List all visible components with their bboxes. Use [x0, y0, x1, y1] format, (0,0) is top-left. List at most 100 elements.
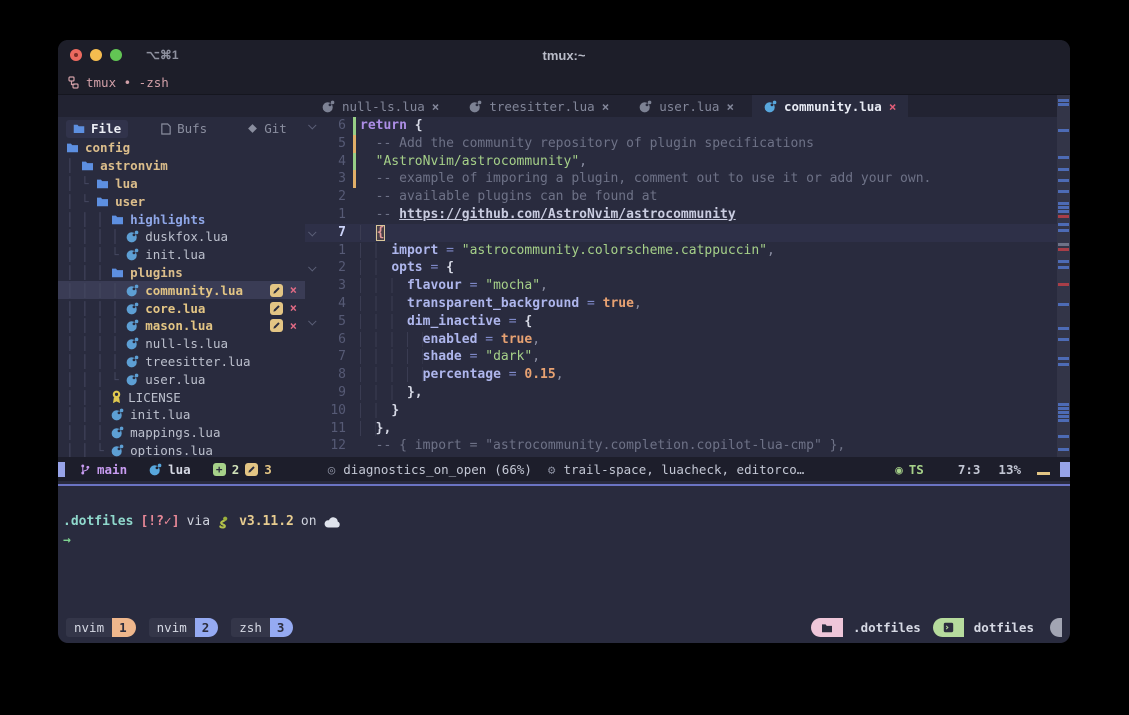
- code-editor[interactable]: 6return {5 -- Add the community reposito…: [305, 117, 1070, 457]
- git-branch: main: [79, 462, 127, 477]
- award-icon: [111, 390, 122, 404]
- python-icon: [217, 515, 232, 529]
- session-pill: [933, 618, 964, 637]
- tmux-window-name: nvim: [149, 618, 195, 637]
- tree-item-plugins[interactable]: │ │ │ plugins: [66, 264, 305, 282]
- tools-icon: ⚙: [548, 462, 556, 477]
- tree-item-user[interactable]: │ └ user: [66, 192, 305, 210]
- tree-guides: │: [66, 158, 81, 173]
- session-tab[interactable]: tmux • -zsh: [58, 70, 1070, 95]
- tree-item-treesitter.lua[interactable]: │ │ │ │ treesitter.lua: [66, 353, 305, 371]
- fold-column: [305, 437, 320, 455]
- close-icon[interactable]: ×: [432, 99, 440, 114]
- cursor-position: 7:3: [958, 462, 981, 477]
- close-icon[interactable]: ×: [726, 99, 734, 114]
- tab-file[interactable]: File: [66, 120, 128, 138]
- tree-item-duskfox.lua[interactable]: │ │ │ │ duskfox.lua: [66, 228, 305, 246]
- scroll-percent: 13%: [998, 462, 1021, 477]
- tree-item-core.lua[interactable]: │ │ │ │ core.lua×: [66, 299, 305, 317]
- tmux-window-nvim-1[interactable]: nvim1: [66, 618, 136, 637]
- zsh-pane[interactable]: .dotfiles [!?✓] via v3.11.2 on →: [58, 486, 1070, 614]
- tree-item-init.lua[interactable]: │ │ │ init.lua: [66, 406, 305, 424]
- tmux-window-nvim-2[interactable]: nvim2: [149, 618, 219, 637]
- tab-git[interactable]: Git: [240, 120, 294, 138]
- gitsign-column: [353, 206, 360, 224]
- blue-rail-mark: [1058, 435, 1069, 438]
- gitsign-column: [353, 402, 360, 420]
- buffer-tab-label: community.lua: [784, 99, 882, 114]
- code-text: import = "astrocommunity.colorscheme.cat…: [360, 242, 775, 260]
- lua-icon: [126, 337, 139, 350]
- tree-item-label: null-ls.lua: [145, 336, 228, 351]
- fold-chevron-icon[interactable]: [305, 224, 320, 242]
- tree-item-LICENSE[interactable]: │ │ │ LICENSE: [66, 388, 305, 406]
- blue-rail-mark: [1058, 168, 1069, 171]
- prompt-on: on: [301, 513, 317, 531]
- line-number: 3: [320, 170, 353, 188]
- tree-item-label: plugins: [130, 265, 183, 280]
- code-text: -- { import = "astrocommunity.completion…: [360, 437, 845, 455]
- tree-item-label: LICENSE: [128, 390, 181, 405]
- tree-item-options.lua[interactable]: │ │ └ options.lua: [66, 442, 305, 457]
- gitsign-column: [353, 170, 360, 188]
- tree-item-init.lua[interactable]: │ │ │ └ init.lua: [66, 246, 305, 264]
- fold-column: [305, 295, 320, 313]
- close-icon[interactable]: ×: [889, 99, 897, 114]
- gitsign-column: [353, 348, 360, 366]
- fold-chevron-icon[interactable]: [305, 259, 320, 277]
- blue-rail-mark: [1058, 206, 1069, 209]
- modified-icon: [270, 302, 283, 315]
- fold-chevron-icon[interactable]: [305, 117, 320, 135]
- buffer-tab-null-ls.lua[interactable]: null-ls.lua×: [310, 95, 451, 117]
- code-text: shade = "dark",: [360, 348, 540, 366]
- unstaged-icon: ×: [290, 319, 297, 333]
- code-text: -- example of imporing a plugin, comment…: [360, 170, 931, 188]
- code-text: dim_inactive = {: [360, 313, 532, 331]
- shell-prompt: .dotfiles [!?✓] via v3.11.2 on: [63, 513, 1070, 531]
- code-text: transparent_background = true,: [360, 295, 642, 313]
- blue-rail-mark: [1058, 419, 1069, 422]
- title-bar[interactable]: ⌥⌘1 tmux:~: [58, 40, 1070, 70]
- tree-item-mason.lua[interactable]: │ │ │ │ mason.lua×: [66, 317, 305, 335]
- tree-item-mappings.lua[interactable]: │ │ │ mappings.lua: [66, 424, 305, 442]
- tree-item-config[interactable]: config: [66, 139, 305, 157]
- tmux-status-bar: nvim1nvim2zsh3 .dotfiles dotfiles: [58, 614, 1070, 643]
- tree-item-astronvim[interactable]: │ astronvim: [66, 157, 305, 175]
- fold-column: [305, 170, 320, 188]
- lua-icon: [322, 100, 335, 113]
- line-number: 9: [320, 384, 353, 402]
- tab-bufs[interactable]: Bufs: [154, 120, 214, 138]
- blue-rail-mark: [1058, 407, 1069, 410]
- tree-item-null-ls.lua[interactable]: │ │ │ │ null-ls.lua: [66, 335, 305, 353]
- close-icon[interactable]: ×: [602, 99, 610, 114]
- fold-column: [305, 402, 320, 420]
- gitsign-column: [353, 117, 360, 135]
- blue-rail-mark: [1058, 229, 1069, 232]
- tree-item-lua[interactable]: │ └ lua: [66, 175, 305, 193]
- code-line: 1 -- https://github.com/AstroNvim/astroc…: [305, 206, 1057, 224]
- line-number: 4: [320, 153, 353, 171]
- code-line: 5 -- Add the community repository of plu…: [305, 135, 1057, 153]
- shell-input-line[interactable]: →: [63, 531, 1070, 550]
- blue-rail-mark: [1058, 103, 1069, 106]
- blue-rail-mark: [1058, 357, 1069, 360]
- tree-item-highlights[interactable]: │ │ │ highlights: [66, 210, 305, 228]
- fold-chevron-icon[interactable]: [305, 313, 320, 331]
- buffer-tab-treesitter.lua[interactable]: treesitter.lua×: [457, 95, 621, 117]
- python-version: v3.11.2: [239, 513, 294, 531]
- tree-item-user.lua[interactable]: │ │ │ └ user.lua: [66, 370, 305, 388]
- code-text: -- available plugins can be found at: [360, 188, 657, 206]
- code-text: percentage = 0.15,: [360, 366, 564, 384]
- tmux-window-zsh-3[interactable]: zsh3: [231, 618, 293, 637]
- tmux-session: dotfiles: [964, 620, 1046, 635]
- scrollbar-rail[interactable]: [1057, 95, 1070, 457]
- buffer-tab-community.lua[interactable]: community.lua ×: [752, 95, 908, 117]
- unstaged-icon: ×: [290, 301, 297, 315]
- tree-item-community.lua[interactable]: │ │ │ │ community.lua×: [58, 281, 305, 299]
- folder-icon: [821, 623, 833, 633]
- buffer-tab-user.lua[interactable]: user.lua×: [627, 95, 746, 117]
- tree-guides: │ │ │ │: [66, 229, 126, 244]
- blue-rail-mark: [1058, 129, 1069, 132]
- tree-guides: │ │ │: [66, 212, 111, 227]
- code-line: 6return {: [305, 117, 1057, 135]
